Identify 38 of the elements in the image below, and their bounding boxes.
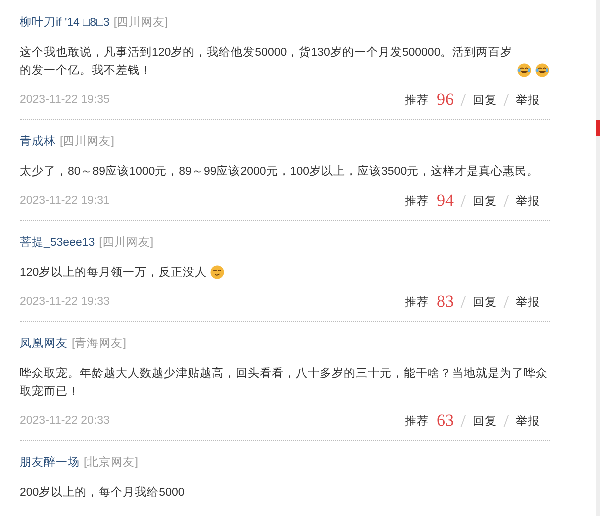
reply-link[interactable]: 回复 (473, 294, 497, 310)
comment-text: 太少了，80～89应该1000元，89～99应该2000元，100岁以上，应该3500元，这样才是真心惠民。 (20, 164, 540, 180)
comment-text: 120岁以上的每月领一万，反正没人 (20, 266, 208, 281)
user-location: [四川网友] (114, 16, 168, 30)
user-location: [四川网友] (99, 236, 154, 250)
username-link[interactable]: 青成林 (20, 134, 56, 148)
report-link[interactable]: 举报 (516, 92, 540, 108)
comment-time: 2023-11-22 19:35 (20, 94, 110, 106)
report-link[interactable]: 举报 (516, 294, 540, 310)
comment-time: 2023-11-22 20:33 (20, 415, 110, 427)
username-link[interactable]: 菩提_53eee13 (20, 234, 96, 250)
username-link[interactable]: 柳叶刀if '14 □8□3 (20, 14, 110, 30)
reply-link[interactable]: 回复 (473, 194, 497, 208)
username-link[interactable]: 朋友醉一场 (20, 454, 80, 470)
comment-time: 2023-11-22 19:33 (20, 296, 110, 308)
like-count: 63 (437, 411, 454, 431)
recommend-link[interactable]: 推荐 (405, 294, 429, 310)
comment-time: 2023-11-22 19:31 (20, 195, 110, 207)
like-count: 96 (437, 90, 454, 110)
like-count: 83 (437, 292, 454, 312)
user-location: [四川网友] (60, 134, 114, 148)
reply-link[interactable]: 回复 (473, 92, 497, 108)
user-location: [青海网友] (72, 336, 126, 350)
report-link[interactable]: 举报 (516, 414, 540, 428)
username-link[interactable]: 凤凰网友 (20, 336, 68, 350)
recommend-link[interactable]: 推荐 (405, 414, 429, 428)
comment-text: 哗众取宠。年龄越大人数越少津贴越高，回头看看，八十多岁的三十元，能干啥？当地就是为了哗众取宠而已！ (20, 366, 549, 400)
reply-link[interactable]: 回复 (473, 414, 497, 428)
user-location: [北京网友] (84, 456, 138, 470)
laughing-crying-emoji-icon (535, 63, 550, 78)
laughing-crying-emoji-icon (517, 63, 532, 78)
recommend-link[interactable]: 推荐 (405, 92, 429, 108)
comment-text: 这个我也敢说，凡事活到120岁的，我给他发50000，货130岁的一个月发500000。活到两百岁的发一个亿。我不差钱！ (20, 45, 514, 79)
recommend-link[interactable]: 推荐 (405, 194, 429, 208)
comment-text: 200岁以上的，每个月我给5000 (20, 486, 185, 501)
like-count: 94 (437, 191, 454, 211)
report-link[interactable]: 举报 (516, 194, 540, 208)
smiling-emoji-icon (210, 265, 226, 280)
